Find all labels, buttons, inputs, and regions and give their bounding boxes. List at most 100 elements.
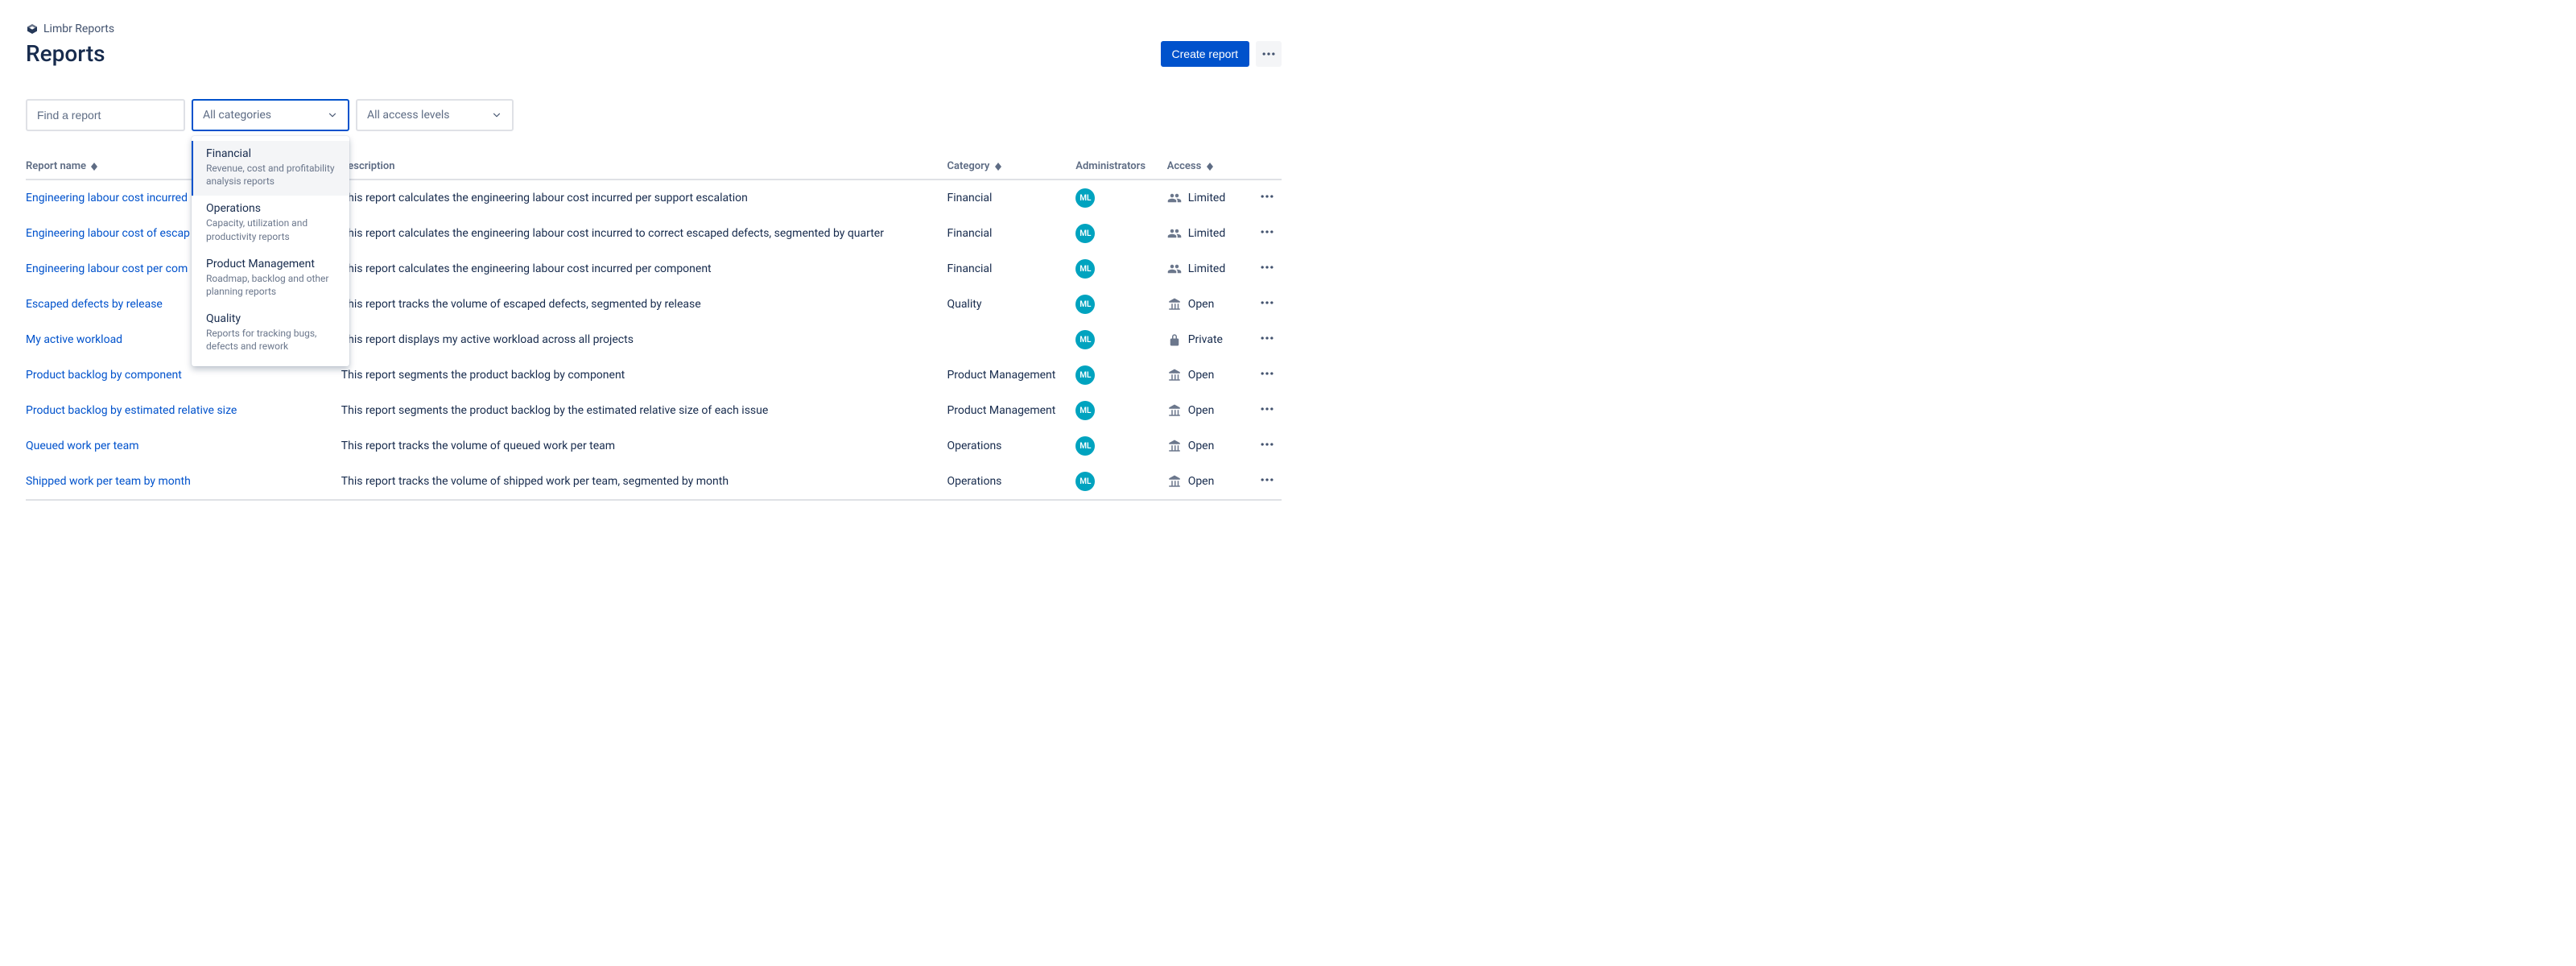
- more-horizontal-icon: [1259, 330, 1275, 346]
- avatar[interactable]: ML: [1075, 472, 1095, 491]
- report-description: This report segments the product backlog…: [341, 393, 947, 428]
- access-level: Open: [1167, 297, 1242, 312]
- avatar[interactable]: ML: [1075, 188, 1095, 208]
- row-actions-button[interactable]: [1259, 407, 1275, 420]
- avatar[interactable]: ML: [1075, 224, 1095, 243]
- report-link[interactable]: Engineering labour cost incurred: [26, 192, 188, 204]
- avatar[interactable]: ML: [1075, 401, 1095, 420]
- report-category: Product Management: [947, 357, 1075, 393]
- category-menu-item-title: Financial: [206, 147, 336, 160]
- access-level: Limited: [1167, 191, 1242, 205]
- access-label: Limited: [1188, 227, 1226, 240]
- avatar[interactable]: ML: [1075, 330, 1095, 349]
- category-dropdown-menu: Financial Revenue, cost and profitability…: [192, 136, 349, 366]
- more-horizontal-icon: [1259, 401, 1275, 417]
- category-menu-item[interactable]: Financial Revenue, cost and profitability…: [192, 141, 349, 196]
- access-label: Open: [1188, 440, 1215, 452]
- category-menu-item[interactable]: QualityReports for tracking bugs, defect…: [192, 306, 349, 361]
- access-filter-label: All access levels: [367, 109, 450, 122]
- sort-icon: [91, 163, 97, 171]
- more-horizontal-icon: [1261, 46, 1277, 62]
- report-link[interactable]: Engineering labour cost per com: [26, 262, 188, 275]
- more-horizontal-icon: [1259, 436, 1275, 452]
- column-header-category[interactable]: Category: [947, 154, 1075, 180]
- page-title: Reports: [26, 40, 105, 67]
- access-level: Open: [1167, 368, 1242, 382]
- search-input[interactable]: [35, 108, 184, 122]
- access-label: Limited: [1188, 192, 1226, 204]
- row-actions-button[interactable]: [1259, 230, 1275, 243]
- avatar[interactable]: ML: [1075, 365, 1095, 385]
- access-label: Limited: [1188, 262, 1226, 275]
- avatar[interactable]: ML: [1075, 436, 1095, 456]
- category-menu-item[interactable]: Product ManagementRoadmap, backlog and o…: [192, 251, 349, 306]
- report-category: Product Management: [947, 393, 1075, 428]
- access-label: Open: [1188, 298, 1215, 311]
- more-horizontal-icon: [1259, 224, 1275, 240]
- app-logo-icon: [26, 23, 39, 35]
- search-input-wrapper[interactable]: [26, 99, 185, 131]
- category-menu-item-desc: Capacity, utilization and productivity r…: [206, 217, 336, 242]
- more-horizontal-icon: [1259, 259, 1275, 275]
- access-label: Private: [1188, 333, 1223, 346]
- report-category: Financial: [947, 251, 1075, 287]
- row-actions-button[interactable]: [1259, 478, 1275, 491]
- category-filter-dropdown[interactable]: All categories: [192, 99, 349, 131]
- create-report-button[interactable]: Create report: [1161, 41, 1249, 67]
- building-icon: [1167, 439, 1182, 453]
- category-menu-item-title: Operations: [206, 202, 336, 215]
- lock-icon: [1167, 332, 1182, 347]
- table-row: Shipped work per team by month This repor…: [26, 464, 1282, 500]
- row-actions-button[interactable]: [1259, 336, 1275, 349]
- avatar[interactable]: ML: [1075, 259, 1095, 279]
- category-menu-item[interactable]: Operations Capacity, utilization and prod…: [192, 196, 349, 250]
- access-level: Open: [1167, 439, 1242, 453]
- category-filter-label: All categories: [203, 109, 271, 122]
- access-level: Private: [1167, 332, 1242, 347]
- table-row: Product backlog by estimated relative si…: [26, 393, 1282, 428]
- report-description: This report displays my active workload …: [341, 322, 947, 357]
- report-description: This report tracks the volume of queued …: [341, 428, 947, 464]
- report-link[interactable]: Product backlog by component: [26, 369, 182, 382]
- access-label: Open: [1188, 475, 1215, 488]
- report-link[interactable]: My active workload: [26, 333, 122, 346]
- avatar[interactable]: ML: [1075, 295, 1095, 314]
- report-description: This report tracks the volume of escaped…: [341, 287, 947, 322]
- access-filter-dropdown[interactable]: All access levels: [356, 99, 514, 131]
- report-link[interactable]: Escaped defects by release: [26, 298, 163, 311]
- category-menu-item-desc: Reports for tracking bugs, defects and r…: [206, 327, 336, 353]
- report-description: This report tracks the volume of shipped…: [341, 464, 947, 500]
- more-horizontal-icon: [1259, 188, 1275, 204]
- sort-icon: [995, 163, 1001, 171]
- row-actions-button[interactable]: [1259, 266, 1275, 279]
- people-icon: [1167, 191, 1182, 205]
- access-level: Open: [1167, 474, 1242, 489]
- report-link[interactable]: Queued work per team: [26, 440, 139, 452]
- report-link[interactable]: Product backlog by estimated relative si…: [26, 404, 237, 417]
- row-actions-button[interactable]: [1259, 195, 1275, 208]
- more-horizontal-icon: [1259, 295, 1275, 311]
- row-actions-button[interactable]: [1259, 443, 1275, 456]
- report-link[interactable]: Engineering labour cost of escap: [26, 227, 190, 240]
- category-menu-item-title: Product Management: [206, 258, 336, 270]
- report-category: Operations: [947, 428, 1075, 464]
- report-description: This report calculates the engineering l…: [341, 180, 947, 216]
- breadcrumb-app-name: Limbr Reports: [43, 23, 114, 35]
- report-description: This report calculates the engineering l…: [341, 251, 947, 287]
- report-category: Operations: [947, 464, 1075, 500]
- row-actions-button[interactable]: [1259, 372, 1275, 385]
- report-category: [947, 322, 1075, 357]
- access-label: Open: [1188, 369, 1215, 382]
- table-row: Queued work per team This report tracks t…: [26, 428, 1282, 464]
- report-link[interactable]: Shipped work per team by month: [26, 475, 191, 488]
- report-category: Financial: [947, 216, 1075, 251]
- more-horizontal-icon: [1259, 365, 1275, 382]
- column-header-administrators: Administrators: [1075, 154, 1166, 180]
- breadcrumb[interactable]: Limbr Reports: [26, 23, 1282, 35]
- more-actions-button[interactable]: [1256, 41, 1282, 67]
- column-header-access[interactable]: Access: [1167, 154, 1249, 180]
- category-menu-item-desc: Revenue, cost and profitability analysis…: [206, 162, 336, 188]
- row-actions-button[interactable]: [1259, 301, 1275, 314]
- building-icon: [1167, 297, 1182, 312]
- chevron-down-icon: [491, 109, 502, 121]
